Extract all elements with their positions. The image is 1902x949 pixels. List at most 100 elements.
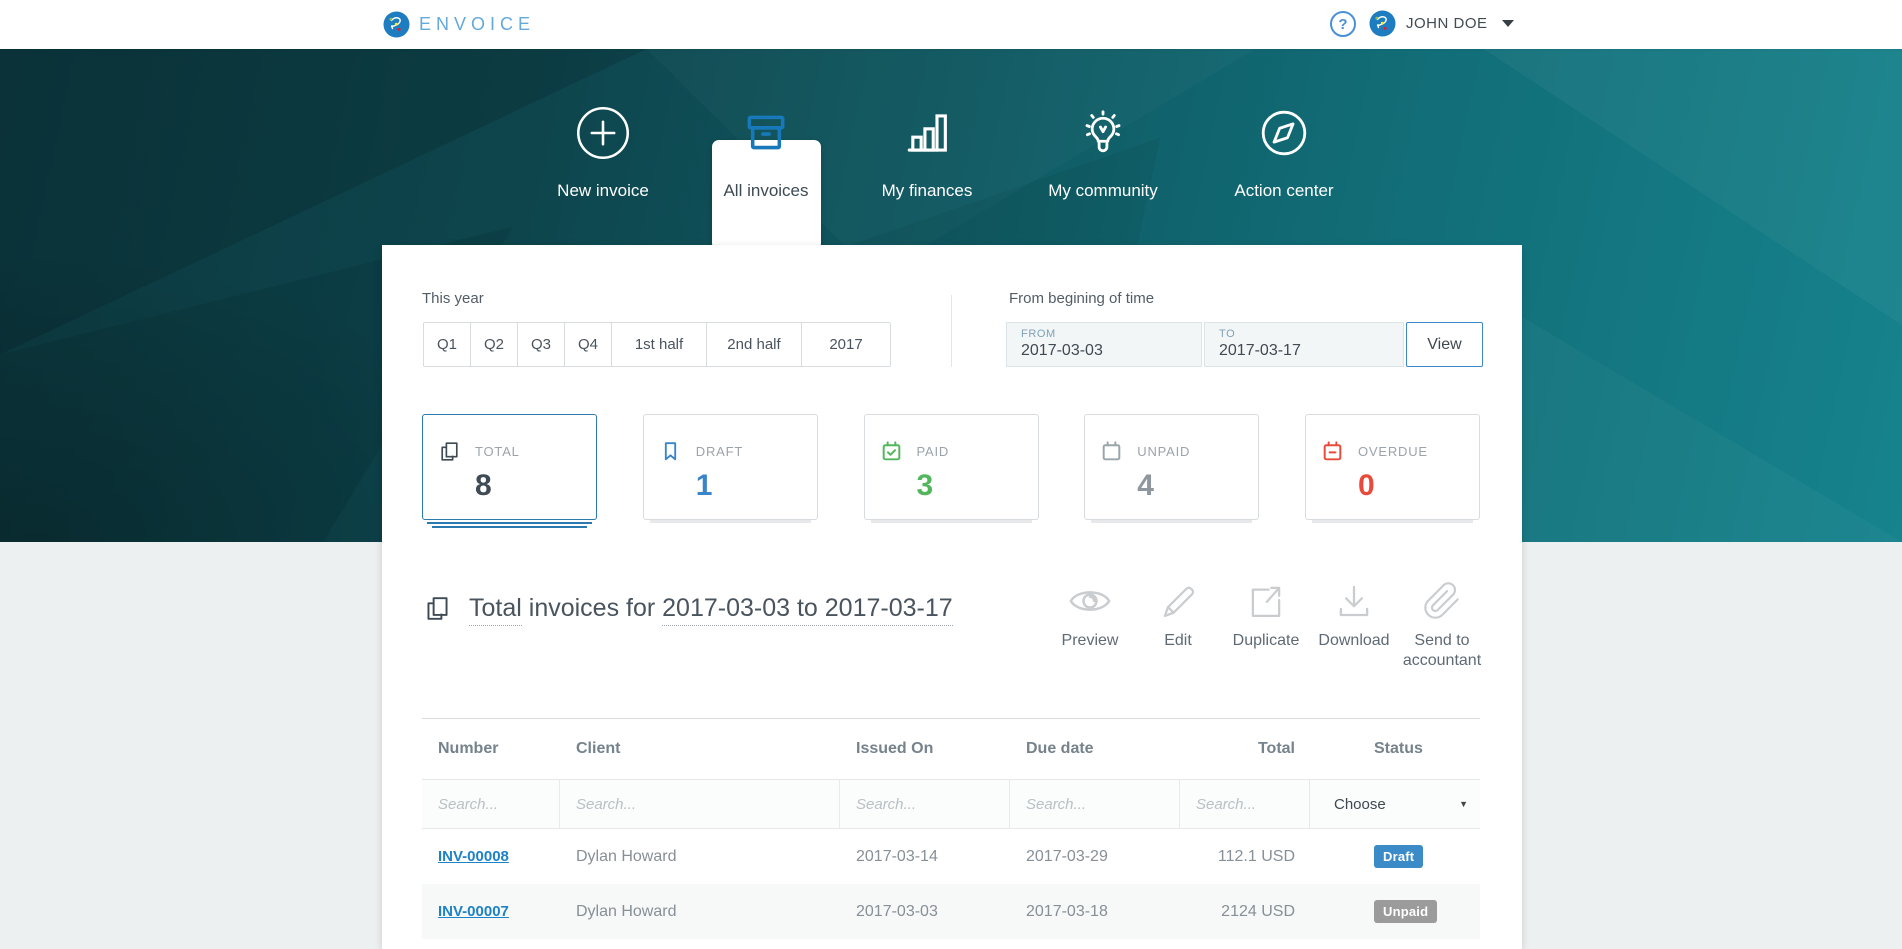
nav-item-my-finances[interactable]: My finances <box>842 91 1012 201</box>
page-title: Total invoices for 2017-03-03 to 2017-03… <box>469 594 953 626</box>
total-cell: 112.1 USD <box>1217 847 1295 865</box>
card-label: PAID <box>916 444 950 459</box>
table-row: INV-00007 Dylan Howard 2017-03-03 2017-0… <box>422 884 1480 939</box>
column-header-status: Status <box>1374 740 1423 757</box>
envoice-app: ENVOICE ? JOHN DOE New invoice All invoi… <box>0 0 1902 949</box>
pencil-icon <box>1157 581 1199 621</box>
issued-on-cell: 2017-03-03 <box>856 902 938 920</box>
search-client-input[interactable] <box>560 780 839 828</box>
download-icon <box>1333 581 1375 621</box>
period-button-group: Q1 Q2 Q3 Q4 1st half 2nd half 2017 <box>423 322 891 367</box>
invoice-link[interactable]: INV-00008 <box>438 848 509 865</box>
card-value: 8 <box>475 469 492 502</box>
eye-icon <box>1067 581 1113 621</box>
period-q4-button[interactable]: Q4 <box>565 323 612 366</box>
nav-item-all-invoices[interactable]: All invoices <box>681 91 851 201</box>
summary-card-paid[interactable]: PAID 3 <box>863 414 1039 523</box>
calendar-check-icon <box>879 439 904 464</box>
card-value: 1 <box>695 469 713 502</box>
title-type-dropdown[interactable]: Total <box>469 594 522 626</box>
edit-button[interactable]: Edit <box>1134 581 1222 671</box>
main-panel: This year Q1 Q2 Q3 Q4 1st half 2nd half … <box>382 245 1522 949</box>
avatar <box>1369 10 1396 37</box>
summary-cards: TOTAL 8 DRAFT 1 PAID 3 UNPAID 4 OVERDUE … <box>422 414 1480 528</box>
bar-chart-icon <box>902 91 952 175</box>
date-from-value: 2017-03-03 <box>1021 342 1103 359</box>
send-to-accountant-button[interactable]: Send to accountant <box>1398 581 1486 671</box>
calendar-icon <box>1099 439 1124 464</box>
nav-item-action-center[interactable]: Action center <box>1199 91 1369 201</box>
period-q1-button[interactable]: Q1 <box>424 323 471 366</box>
status-filter-select[interactable]: Choose ▼ <box>1310 780 1480 828</box>
select-caret-icon: ▼ <box>1459 799 1468 809</box>
invoices-table: Number Client Issued On Due date Total S… <box>422 718 1480 939</box>
nav-item-my-community[interactable]: My community <box>1018 91 1188 201</box>
title-range-dropdown[interactable]: 2017-03-03 to 2017-03-17 <box>662 594 953 626</box>
compass-icon <box>1258 91 1310 175</box>
table-row: INV-00008 Dylan Howard 2017-03-14 2017-0… <box>422 829 1480 884</box>
plus-circle-icon <box>575 91 631 175</box>
date-from-field[interactable]: FROM 2017-03-03 <box>1006 322 1202 367</box>
duplicate-icon <box>1245 581 1287 621</box>
search-total-input[interactable] <box>1180 780 1309 828</box>
lightbulb-icon <box>1077 91 1129 175</box>
date-to-field[interactable]: TO 2017-03-17 <box>1204 322 1404 367</box>
status-badge: Unpaid <box>1374 900 1438 923</box>
client-cell: Dylan Howard <box>576 902 677 920</box>
period-1st-half-button[interactable]: 1st half <box>612 323 707 366</box>
period-q2-button[interactable]: Q2 <box>471 323 518 366</box>
card-value: 0 <box>1358 469 1375 502</box>
period-2017-button[interactable]: 2017 <box>802 323 890 366</box>
invoice-link[interactable]: INV-00007 <box>438 903 509 920</box>
client-cell: Dylan Howard <box>576 847 677 865</box>
summary-card-total[interactable]: TOTAL 8 <box>422 414 597 528</box>
brand-name: ENVOICE <box>419 14 536 34</box>
search-number-input[interactable] <box>422 780 559 828</box>
copy-pages-icon <box>437 439 462 464</box>
copy-pages-icon <box>422 593 453 624</box>
duplicate-button[interactable]: Duplicate <box>1222 581 1310 671</box>
top-bar: ENVOICE ? JOHN DOE <box>0 0 1902 49</box>
card-label: TOTAL <box>475 444 520 459</box>
user-name: JOHN DOE <box>1406 15 1488 32</box>
archive-box-icon <box>741 91 791 175</box>
user-menu[interactable]: JOHN DOE <box>1369 10 1514 37</box>
card-label: DRAFT <box>695 444 744 459</box>
download-button[interactable]: Download <box>1310 581 1398 671</box>
bookmark-icon <box>658 439 683 464</box>
summary-card-draft[interactable]: DRAFT 1 <box>642 414 818 523</box>
date-to-value: 2017-03-17 <box>1219 342 1301 359</box>
column-header-total: Total <box>1257 740 1295 757</box>
brand-logo[interactable]: ENVOICE <box>383 11 535 38</box>
card-value: 4 <box>1137 469 1154 502</box>
status-badge: Draft <box>1374 845 1424 868</box>
envoice-logo-icon <box>383 11 410 38</box>
filter-divider <box>951 295 952 367</box>
date-to-label: TO <box>1219 328 1236 340</box>
preset-filter-label: This year <box>422 290 484 307</box>
issued-on-cell: 2017-03-14 <box>856 847 938 865</box>
due-date-cell: 2017-03-18 <box>1026 902 1108 920</box>
due-date-cell: 2017-03-29 <box>1026 847 1108 865</box>
preview-button[interactable]: Preview <box>1046 581 1134 671</box>
table-header-row: Number Client Issued On Due date Total S… <box>422 719 1480 780</box>
column-header-issued-on: Issued On <box>856 740 934 757</box>
column-header-number: Number <box>438 740 499 757</box>
date-from-label: FROM <box>1021 328 1056 340</box>
search-issued-on-input[interactable] <box>840 780 1009 828</box>
date-range-group: FROM 2017-03-03 TO 2017-03-17 View <box>1006 322 1483 367</box>
nav-item-new-invoice[interactable]: New invoice <box>518 91 688 201</box>
period-q3-button[interactable]: Q3 <box>518 323 565 366</box>
column-header-due-date: Due date <box>1026 740 1094 757</box>
column-header-client: Client <box>576 740 621 757</box>
help-icon[interactable]: ? <box>1330 11 1356 37</box>
summary-card-unpaid[interactable]: UNPAID 4 <box>1084 414 1260 523</box>
card-value: 3 <box>916 469 934 502</box>
period-2nd-half-button[interactable]: 2nd half <box>707 323 802 366</box>
card-label: UNPAID <box>1137 444 1191 459</box>
search-due-date-input[interactable] <box>1010 780 1179 828</box>
calendar-minus-icon <box>1320 439 1345 464</box>
summary-card-overdue[interactable]: OVERDUE 0 <box>1305 414 1480 523</box>
table-search-row: Choose ▼ <box>422 780 1480 829</box>
view-button[interactable]: View <box>1406 322 1483 367</box>
